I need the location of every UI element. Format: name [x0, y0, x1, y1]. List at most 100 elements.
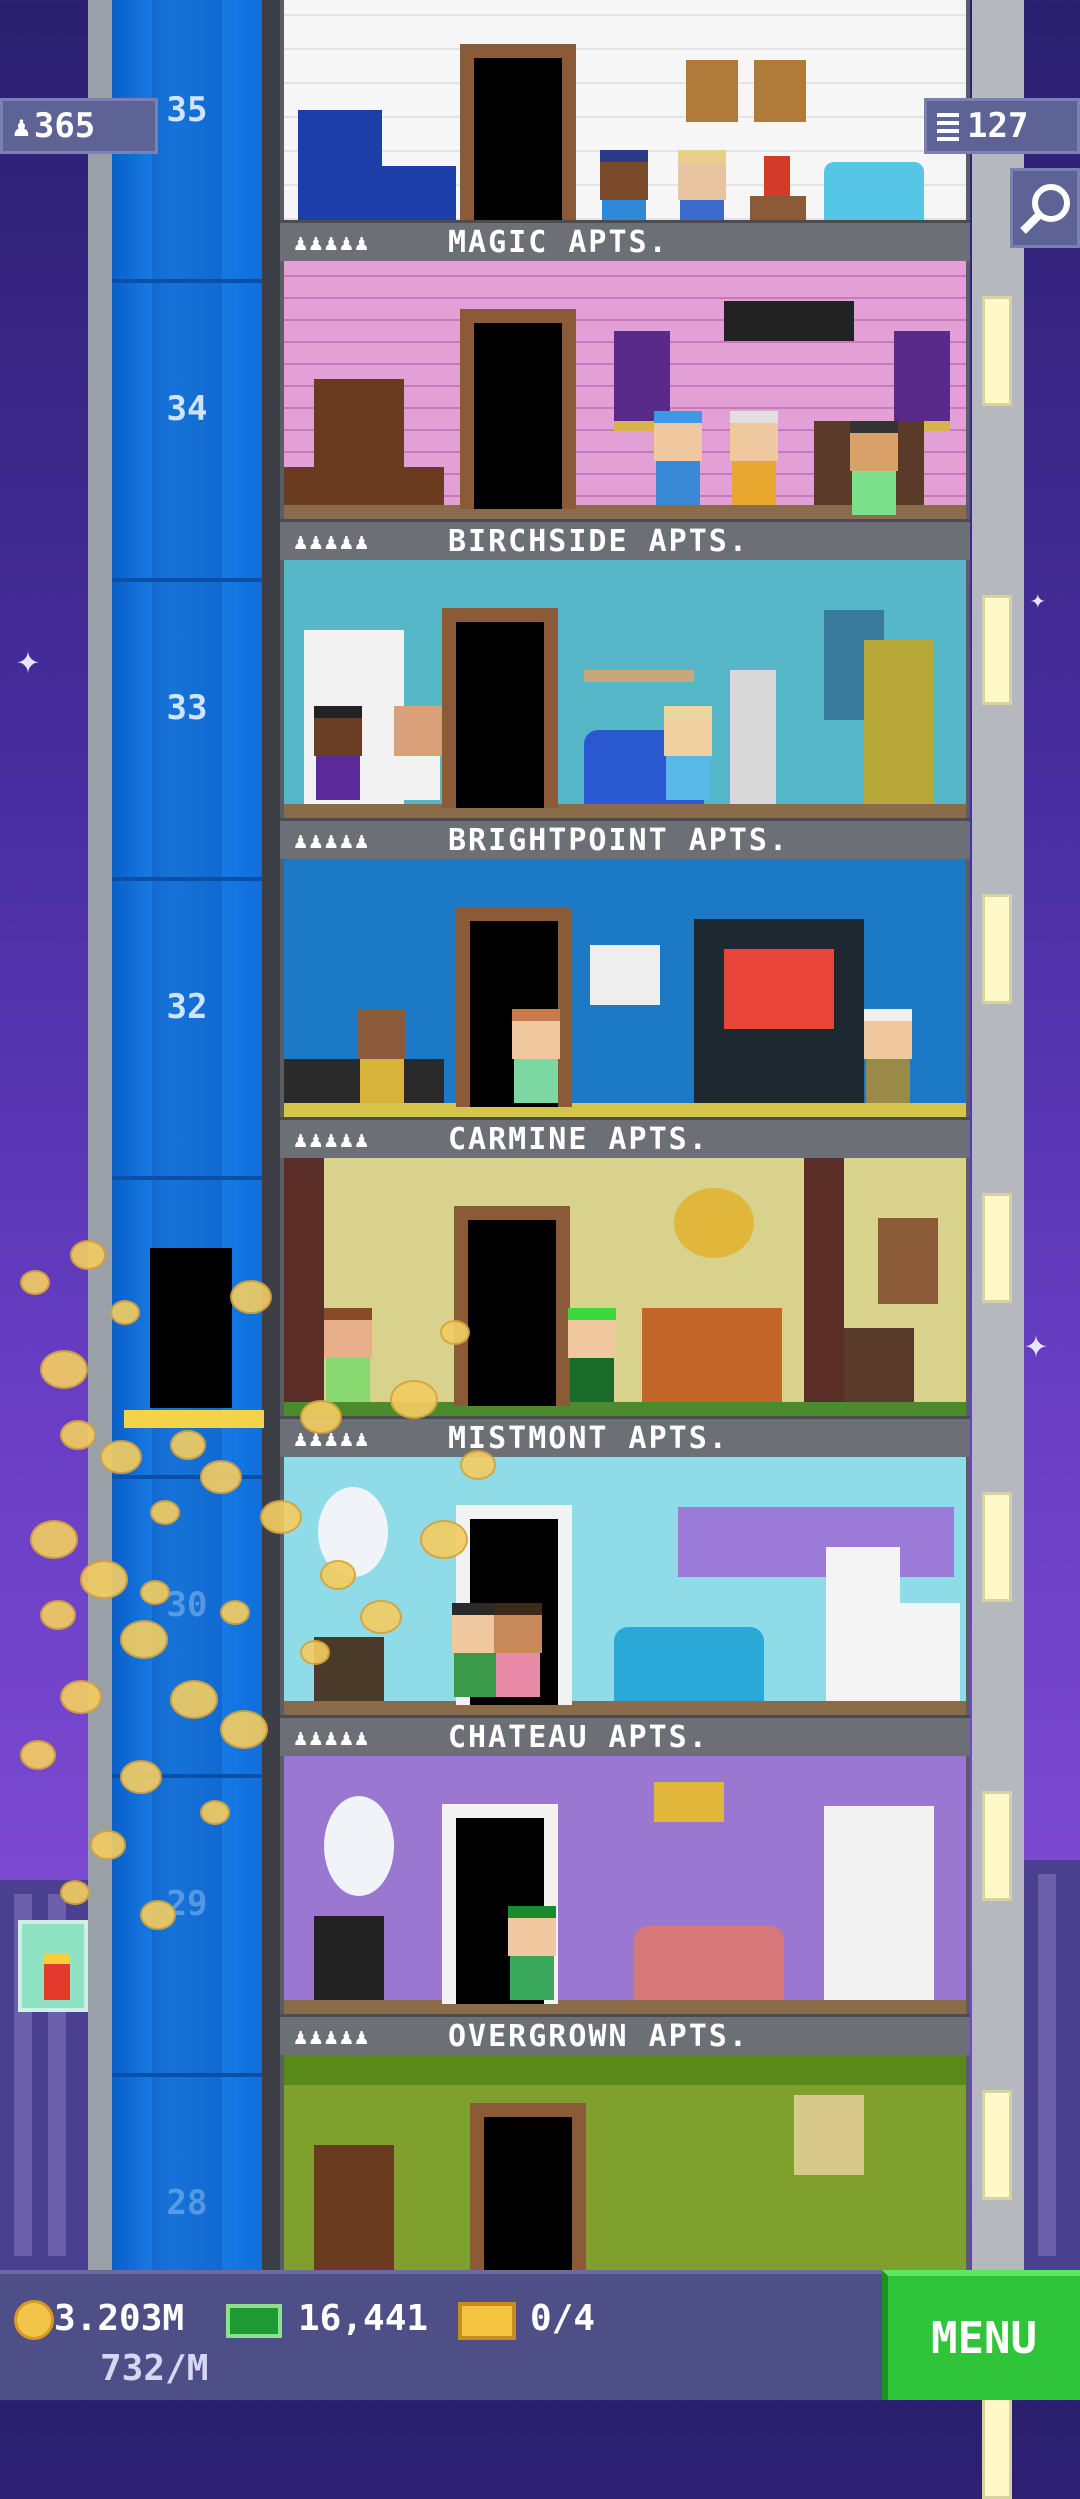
- table-lamp: [764, 156, 790, 196]
- floor-rating-pips: ♟♟♟♟♟: [294, 1128, 371, 1153]
- coin-icon: [14, 2300, 54, 2340]
- background-building: [1024, 1860, 1080, 2270]
- armchair: [844, 1328, 914, 1402]
- tower-floor[interactable]: ♟♟♟♟♟ CHATEAU APTS.: [280, 1715, 970, 2014]
- flying-coin: [200, 1800, 230, 1825]
- picture-frame: [590, 945, 660, 1005]
- tower-floor[interactable]: ♟♟♟♟♟ MISTMONT APTS.: [280, 1416, 970, 1715]
- menu-button[interactable]: MENU: [882, 2270, 1080, 2400]
- floor-name: BIRCHSIDE APTS.: [448, 524, 749, 559]
- floor-name-sign[interactable]: ♟♟♟♟♟ BRIGHTPOINT APTS.: [280, 818, 970, 859]
- tower-floor[interactable]: ♟♟♟♟♟ MAGIC APTS.: [280, 220, 970, 519]
- floor-name-sign[interactable]: ♟♟♟♟♟ MAGIC APTS.: [280, 220, 970, 261]
- picture-frame: [878, 1218, 938, 1304]
- tower-floor[interactable]: ♟♟♟♟♟ CARMINE APTS.: [280, 1117, 970, 1416]
- picture-frame: [686, 60, 738, 122]
- floor-rating-pips: ♟♟♟♟♟: [294, 530, 371, 555]
- sparkle-star: ✦: [1030, 585, 1046, 615]
- floor-name-sign[interactable]: ♟♟♟♟♟ MISTMONT APTS.: [280, 1416, 970, 1457]
- flying-coin: [30, 1520, 78, 1560]
- elevator-floor-segment: 29: [112, 1774, 262, 2073]
- tower-floor[interactable]: ♟♟♟♟♟ BIRCHSIDE APTS.: [280, 519, 970, 818]
- wall-shelf: [584, 670, 694, 682]
- bitizen[interactable]: [324, 1308, 372, 1402]
- bitizen[interactable]: [314, 706, 362, 800]
- vine-overgrowth: [284, 2055, 966, 2085]
- flying-coin: [140, 1580, 170, 1605]
- apartment-room[interactable]: [284, 1756, 966, 2014]
- pink-sofa: [634, 1926, 784, 2000]
- bitizen[interactable]: [850, 421, 898, 515]
- apartment-room[interactable]: [284, 1457, 966, 1715]
- apartment-room[interactable]: [284, 859, 966, 1117]
- wall-panel: [804, 1158, 844, 1402]
- floor-name-sign[interactable]: ♟♟♟♟♟ CARMINE APTS.: [280, 1117, 970, 1158]
- bitizen[interactable]: [358, 1009, 406, 1103]
- bitizen[interactable]: [452, 1603, 500, 1697]
- person-icon: ♟: [13, 109, 30, 143]
- floor-name: CHATEAU APTS.: [448, 1720, 709, 1755]
- flying-coin: [420, 1520, 468, 1560]
- elevator-guide: [152, 881, 222, 1176]
- apartment-door[interactable]: [474, 323, 562, 509]
- banner: [894, 331, 950, 431]
- tower-floor[interactable]: ♟♟♟♟♟ OVERGROWN APTS.: [280, 2014, 970, 2313]
- population-counter[interactable]: ♟ 365: [0, 98, 158, 154]
- elevator-car[interactable]: [150, 1248, 232, 1408]
- apartment-room[interactable]: [284, 261, 966, 519]
- flying-coin: [320, 1560, 356, 1590]
- bitizen[interactable]: [678, 150, 726, 220]
- floor-rating-pips: ♟♟♟♟♟: [294, 231, 371, 256]
- bitizen[interactable]: [664, 706, 712, 800]
- elevator-floor-number: 34: [166, 389, 208, 429]
- bitizen[interactable]: [508, 1906, 556, 2000]
- bitizen[interactable]: [512, 1009, 560, 1103]
- wall-light: [982, 2090, 1012, 2200]
- bitizen[interactable]: [864, 1009, 912, 1103]
- apartment-room[interactable]: [284, 0, 966, 220]
- wall-light: [982, 1492, 1012, 1602]
- apartment-room[interactable]: [284, 1158, 966, 1416]
- floor-name: MAGIC APTS.: [448, 225, 669, 260]
- billboard: [18, 1920, 88, 2012]
- search-button[interactable]: [1010, 168, 1080, 248]
- apartment-door[interactable]: [468, 1220, 556, 1406]
- population-value: 365: [33, 106, 96, 146]
- chandelier: [674, 1188, 754, 1258]
- chandelier: [724, 301, 854, 341]
- floor-name-sign[interactable]: ♟♟♟♟♟ OVERGROWN APTS.: [280, 2014, 970, 2055]
- floor-strip: [284, 1701, 966, 1715]
- apartment-door[interactable]: [474, 58, 562, 220]
- bitizen[interactable]: [730, 411, 778, 505]
- potted-plant: [864, 640, 934, 804]
- coins-value: 3.203M: [54, 2298, 185, 2339]
- flying-coin: [60, 1420, 96, 1450]
- flying-coin: [70, 1240, 106, 1270]
- bitizen[interactable]: [600, 150, 648, 220]
- bitizen[interactable]: [568, 1308, 616, 1402]
- elevator-floor-number: 29: [166, 1884, 208, 1924]
- floor-name: BRIGHTPOINT APTS.: [448, 823, 790, 858]
- floor-name-sign[interactable]: ♟♟♟♟♟ BIRCHSIDE APTS.: [280, 519, 970, 560]
- tower-bux-icon: [226, 2304, 282, 2338]
- floor-name: MISTMONT APTS.: [448, 1421, 729, 1456]
- flying-coin: [20, 1270, 50, 1295]
- bitizen[interactable]: [494, 1603, 542, 1697]
- floor-counter[interactable]: 127: [924, 98, 1080, 154]
- flying-coin: [110, 1300, 140, 1325]
- side-table: [750, 196, 806, 220]
- wall-light: [982, 595, 1012, 705]
- apartment-room[interactable]: [284, 560, 966, 818]
- tower-floor[interactable]: ♟♟♟♟♟ BRIGHTPOINT APTS.: [280, 818, 970, 1117]
- elevator-guide: [152, 582, 222, 877]
- bitizen[interactable]: [394, 706, 442, 800]
- apartment-door[interactable]: [456, 622, 544, 808]
- floor-name-sign[interactable]: ♟♟♟♟♟ CHATEAU APTS.: [280, 1715, 970, 1756]
- coin-rate: 732/M: [100, 2348, 209, 2389]
- wall-light: [982, 894, 1012, 1004]
- floors-value: 127: [967, 106, 1029, 146]
- bitizen[interactable]: [654, 411, 702, 505]
- flying-coin: [220, 1600, 250, 1625]
- elevator-platform: [124, 1410, 264, 1428]
- flying-coin: [140, 1900, 176, 1930]
